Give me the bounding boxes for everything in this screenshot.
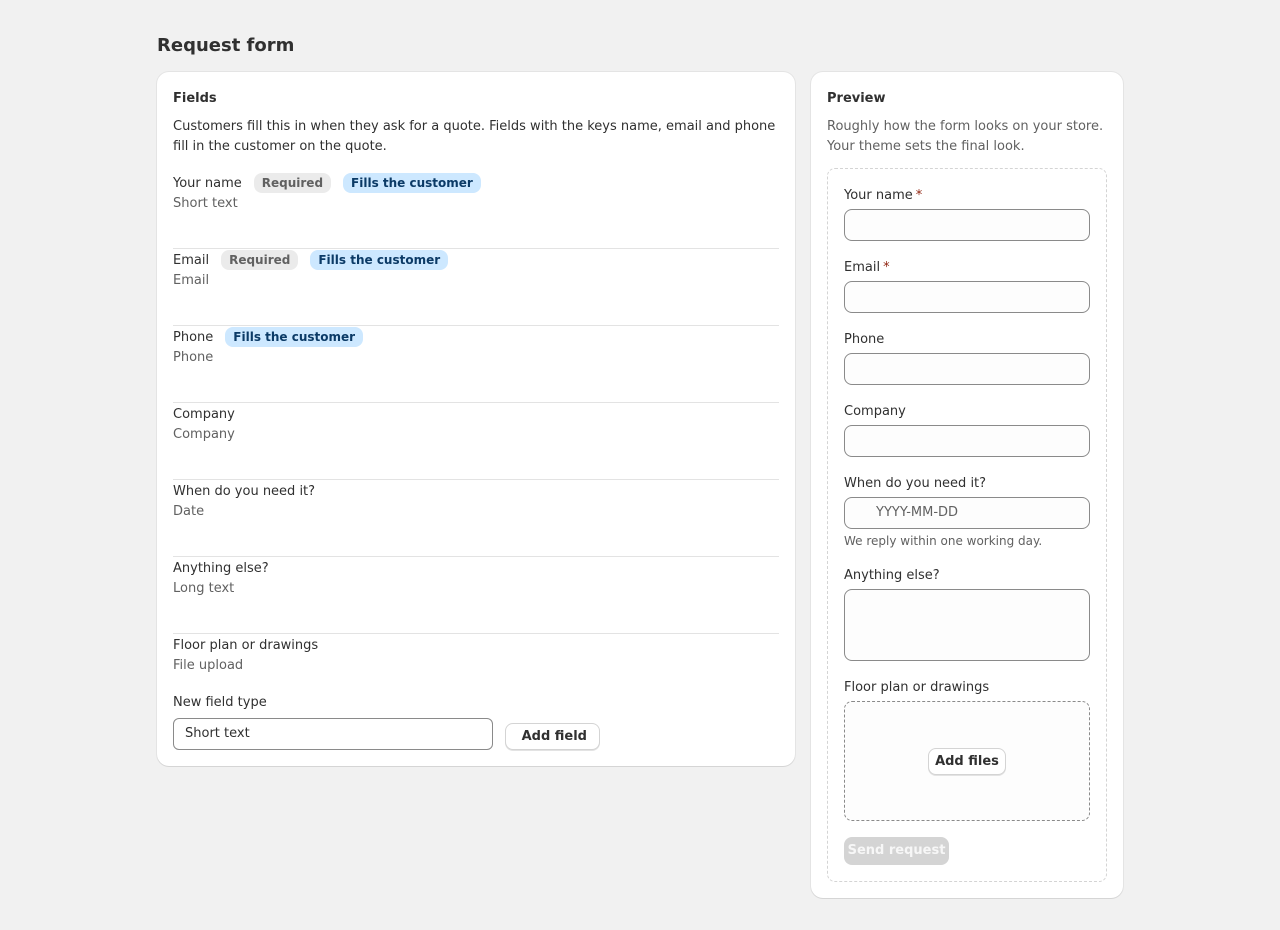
preview-date-input[interactable]: YYYY-MM-DD: [844, 497, 1090, 529]
new-field-type-label: New field type: [173, 695, 267, 710]
new-field-type-select[interactable]: Short text: [173, 718, 493, 750]
field-name: Anything else?: [173, 560, 269, 576]
field-name: When do you need it?: [173, 483, 316, 499]
fields-card: Fields Customers fill this in when they …: [157, 72, 795, 766]
field-name: Phone: [173, 329, 214, 345]
preview-your-name-label: Your name *: [844, 188, 923, 203]
fills-customer-badge: Fills the customer: [225, 327, 364, 347]
required-badge: Required: [253, 173, 332, 193]
field-row-company[interactable]: Company Company: [173, 403, 779, 480]
field-type: Company: [173, 427, 235, 442]
field-type: Date: [173, 504, 205, 519]
preview-anything-else-textarea[interactable]: [844, 589, 1090, 661]
fills-customer-badge: Fills the customer: [343, 173, 481, 193]
field-type: Email: [173, 273, 210, 288]
page-title: Request form: [157, 35, 295, 56]
field-row-anything-else[interactable]: Anything else? Long text: [173, 557, 779, 634]
field-row-phone[interactable]: Phone Fills the customer Phone: [173, 326, 779, 403]
required-badge: Required: [221, 250, 299, 270]
field-name: Company: [173, 406, 235, 422]
preview-phone-label: Phone: [844, 332, 885, 347]
preview-company-input[interactable]: [844, 425, 1090, 457]
field-type: Long text: [173, 581, 235, 596]
field-type: File upload: [173, 658, 244, 673]
field-row-your-name[interactable]: Your name Required Fills the customer Sh…: [173, 172, 779, 249]
preview-anything-else-label: Anything else?: [844, 568, 940, 583]
preview-floor-plan-label: Floor plan or drawings: [844, 680, 990, 695]
field-row-floor-plan[interactable]: Floor plan or drawings File upload: [173, 634, 779, 690]
preview-card-title: Preview: [827, 91, 886, 106]
preview-date-help: We reply within one working day.: [844, 534, 1043, 548]
field-row-email[interactable]: Email Required Fills the customer Email: [173, 249, 779, 326]
field-type: Short text: [173, 196, 238, 211]
preview-phone-input[interactable]: [844, 353, 1090, 385]
preview-form: Your name * Email * Phone Company When do …: [827, 168, 1107, 882]
field-name: Your name: [173, 175, 242, 191]
fields-card-description: Customers fill this in when they ask for…: [173, 119, 776, 154]
preview-company-label: Company: [844, 404, 906, 419]
preview-email-input[interactable]: [844, 281, 1090, 313]
preview-file-dropzone[interactable]: Add files: [844, 701, 1090, 821]
add-field-button[interactable]: Add field: [505, 723, 600, 750]
required-marker: *: [883, 260, 890, 275]
fields-card-title: Fields: [173, 91, 217, 106]
preview-date-label: When do you need it?: [844, 476, 987, 491]
field-row-date[interactable]: When do you need it? Date: [173, 480, 779, 557]
field-name: Email: [173, 252, 210, 268]
preview-email-label: Email *: [844, 260, 890, 275]
field-name: Floor plan or drawings: [173, 637, 319, 653]
field-type: Phone: [173, 350, 214, 365]
required-marker: *: [915, 188, 923, 203]
preview-your-name-input[interactable]: [844, 209, 1090, 241]
add-files-button[interactable]: Add files: [928, 748, 1006, 775]
send-request-button[interactable]: Send request: [844, 837, 949, 865]
preview-card: Preview Roughly how the form looks on yo…: [811, 72, 1123, 898]
preview-card-description: Roughly how the form looks on your store…: [827, 119, 1104, 154]
fills-customer-badge: Fills the customer: [310, 250, 449, 270]
